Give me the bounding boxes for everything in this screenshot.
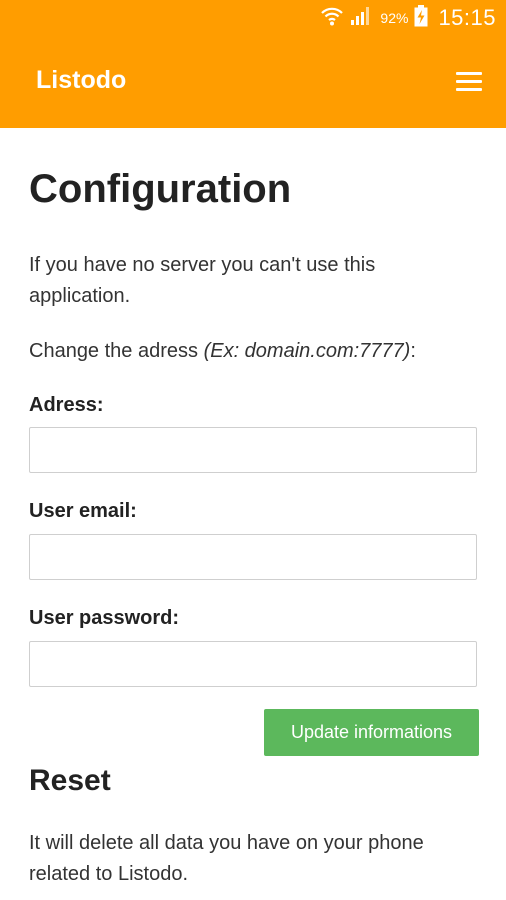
hamburger-menu-icon[interactable] (454, 66, 484, 96)
app-title[interactable]: Listodo (36, 66, 126, 95)
page-title: Configuration (29, 167, 292, 211)
reset-title: Reset (29, 764, 111, 797)
signal-icon (350, 6, 372, 31)
change-address-prefix: Change the adress (29, 340, 204, 362)
status-icons: 92% 15:15 (320, 4, 496, 32)
battery-percent: 92% (380, 10, 409, 26)
intro-text: If you have no server you can't use this… (29, 254, 376, 307)
user-email-label: User email: (29, 500, 137, 522)
app-bar: Listodo (0, 36, 506, 128)
status-bar: 92% 15:15 (0, 0, 506, 36)
clock-time: 15:15 (438, 5, 496, 30)
update-informations-button[interactable]: Update informations (264, 709, 479, 756)
change-address-suffix: : (410, 340, 416, 362)
address-example: (Ex: domain.com:7777) (203, 340, 411, 362)
battery-charging-icon (414, 4, 428, 32)
wifi-icon (320, 5, 344, 32)
reset-description: It will delete all data you have on your… (29, 832, 424, 885)
user-password-input[interactable] (29, 641, 477, 687)
user-password-label: User password: (29, 607, 180, 629)
address-label: Adress: (29, 394, 104, 416)
change-address-hint: Change the adress (Ex: domain.com:7777): (29, 336, 416, 367)
user-email-input[interactable] (29, 534, 477, 580)
address-input[interactable] (29, 427, 477, 473)
